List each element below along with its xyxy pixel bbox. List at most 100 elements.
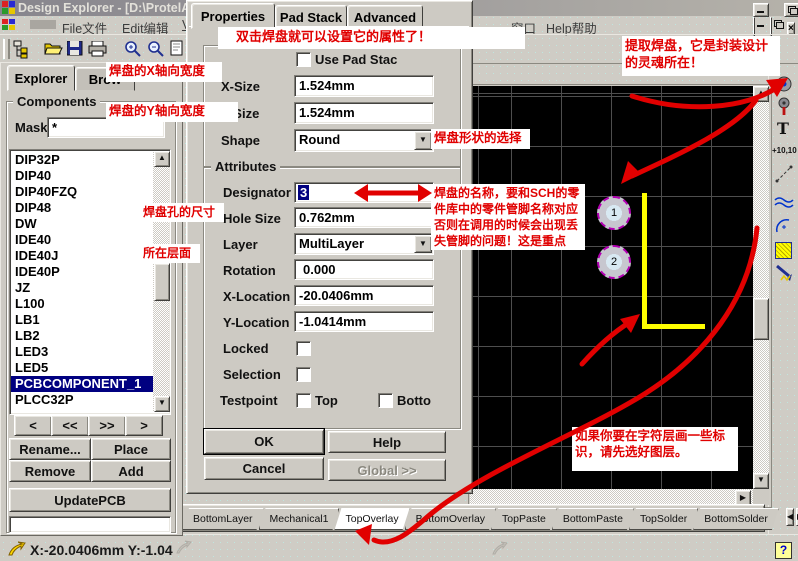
list-item[interactable]: LB1 [11,312,151,328]
dialog-tab-properties[interactable]: Properties [191,3,275,29]
mask-label: Mask [15,120,48,135]
layer-tab-toppaste[interactable]: TopPaste [491,508,557,530]
context-help-button[interactable]: ? [775,542,792,559]
panel-edit-strip[interactable] [9,516,171,533]
pad-properties-dialog: Properties Pad Stack Advanced Use Pad St… [186,0,473,494]
via-tool-icon[interactable] [774,97,794,117]
shape-dropdown-arrow[interactable]: ▼ [414,131,432,150]
nav-first-button[interactable]: << [51,415,89,436]
list-item[interactable]: LED5 [11,360,151,376]
track-tool-icon[interactable] [773,194,795,210]
layer-tab-mechanical1[interactable]: Mechanical1 [259,508,340,530]
vertical-scroll-thumb[interactable] [753,298,769,340]
dimension-tool-icon[interactable] [774,164,794,184]
y-size-value: 1.524mm [295,103,433,120]
list-item[interactable]: IDE40J [11,248,151,264]
y-size-input[interactable]: 1.524mm [294,102,434,124]
text-tool-icon[interactable]: T [777,119,789,138]
minimize-button[interactable] [753,3,769,17]
components-list[interactable]: DIP32P DIP40 DIP40FZQ DIP48 DW IDE40 IDE… [9,149,171,415]
list-scroll-thumb[interactable] [154,263,170,301]
layer-tab-bottomsolder[interactable]: BottomSolder [693,508,779,530]
fill-tool-icon[interactable] [775,242,792,259]
components-list-scrollbar[interactable]: ▲ ▼ [153,151,169,411]
zoom-in-icon[interactable] [124,40,142,57]
layer-dropdown[interactable]: MultiLayer ▼ [294,233,434,255]
arc-tool-icon[interactable] [774,217,794,237]
minimize-icon [757,11,764,13]
list-item[interactable]: DIP48 [11,200,151,216]
track-segment-vertical[interactable] [642,193,647,329]
list-item[interactable]: LB2 [11,328,151,344]
ghost-cursor-icon [176,540,192,554]
list-item[interactable]: DW [11,216,151,232]
dialog-tab-advanced-label: Advanced [354,10,416,25]
global-button[interactable]: Global >> [328,459,446,481]
selection-checkbox[interactable] [296,367,311,382]
restore-button[interactable] [784,3,798,17]
nav-next-button[interactable]: > [125,415,163,436]
layer-tab-bottomoverlay[interactable]: BottomOverlay [405,508,496,530]
list-item[interactable]: LED3 [11,344,151,360]
list-item[interactable]: IDE40 [11,232,151,248]
designator-input[interactable]: 3 [294,182,434,203]
list-item[interactable]: IDE40P [11,264,151,280]
list-item[interactable]: DIP32P [11,152,151,168]
list-scroll-up-button[interactable]: ▲ [154,151,170,167]
layer-tab-topsolder[interactable]: TopSolder [629,508,698,530]
document-icon[interactable] [170,40,184,56]
x-location-value: -20.0406mm [295,286,433,303]
pcb-horizontal-scrollbar[interactable]: ▶ [470,489,753,505]
save-icon[interactable] [67,41,83,56]
ok-button[interactable]: OK [204,429,324,454]
layer-tab-bottompaste[interactable]: BottomPaste [552,508,634,530]
list-item[interactable]: DIP40FZQ [11,184,151,200]
nav-prev-button[interactable]: < [14,415,52,436]
list-item[interactable]: L100 [11,296,151,312]
x-location-input[interactable]: -20.0406mm [294,285,434,306]
coordinate-tool-icon[interactable]: +10,10 [772,146,797,155]
y-location-input[interactable]: -1.0414mm [294,311,434,332]
list-item-selected[interactable]: PCBCOMPONENT_1 [11,376,153,392]
layer-tab-topoverlay[interactable]: TopOverlay [334,508,409,530]
layer-tabs-scroll-left-button[interactable]: ◀ [786,508,794,526]
add-button[interactable]: Add [91,460,171,482]
list-scroll-down-button[interactable]: ▼ [154,396,170,412]
zoom-out-icon[interactable] [147,40,165,57]
nav-last-button[interactable]: >> [88,415,126,436]
pad-tool-icon[interactable] [774,74,794,94]
rotation-input[interactable]: 0.000 [294,259,434,280]
list-item[interactable]: JZ [11,280,151,296]
components-tree-icon[interactable] [12,39,32,59]
shape-dropdown[interactable]: Round ▼ [294,129,434,152]
scroll-down-button[interactable]: ▼ [753,473,769,489]
pcb-vertical-scrollbar[interactable]: ▲ ▼ [753,86,769,489]
hole-size-input[interactable]: 0.762mm [294,207,434,228]
scroll-up-button[interactable]: ▲ [753,86,769,102]
place-button[interactable]: Place [91,438,171,460]
testpoint-bottom-checkbox[interactable] [378,393,393,408]
x-size-label: X-Size [221,79,260,94]
updatepcb-button[interactable]: UpdatePCB [9,488,171,512]
rename-button[interactable]: Rename... [9,438,91,460]
polygon-tool-icon[interactable] [773,262,795,284]
layer-tab-bottomlayer[interactable]: BottomLayer [182,508,264,530]
testpoint-top-checkbox[interactable] [296,393,311,408]
dialog-tab-properties-label: Properties [201,9,265,24]
pad-1[interactable]: 1 [597,196,631,230]
use-pad-stack-checkbox[interactable] [296,52,311,67]
explorer-panel: Explorer Brow Components Mask * DIP32P D… [0,62,183,536]
help-button[interactable]: Help [328,431,446,453]
list-item[interactable]: DIP40 [11,168,151,184]
locked-checkbox[interactable] [296,341,311,356]
open-icon[interactable] [44,41,63,56]
print-icon[interactable] [88,41,108,57]
x-size-input[interactable]: 1.524mm [294,75,434,97]
tab-explorer[interactable]: Explorer [7,65,75,91]
track-segment-horizontal[interactable] [642,324,705,329]
list-item[interactable]: PLCC32P [11,392,151,408]
remove-button[interactable]: Remove [9,460,91,482]
pad-2[interactable]: 2 [597,245,631,279]
cancel-button[interactable]: Cancel [204,457,324,480]
layer-dropdown-arrow[interactable]: ▼ [414,235,432,253]
